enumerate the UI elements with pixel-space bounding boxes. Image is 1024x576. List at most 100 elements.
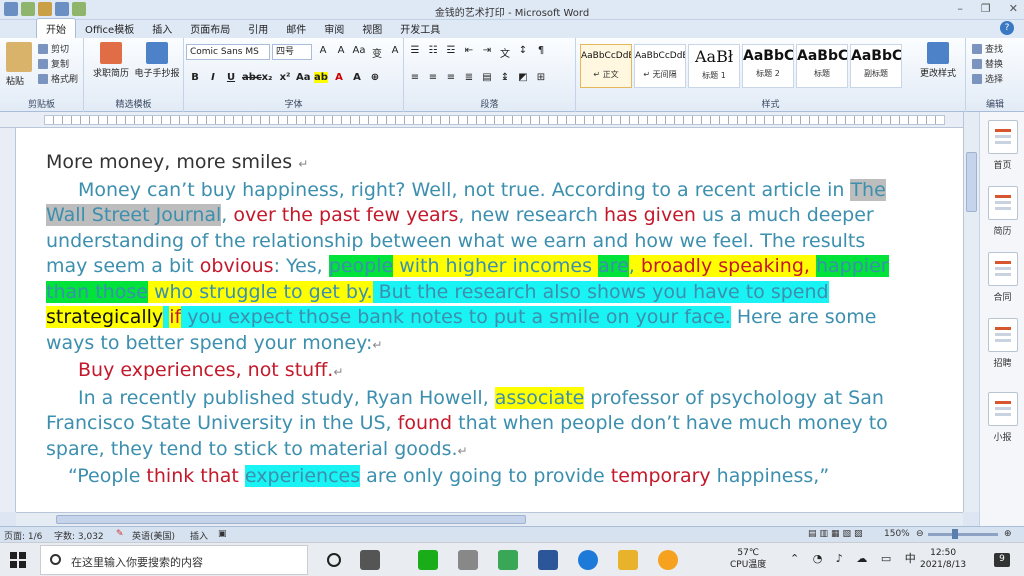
tab-review[interactable]: 审阅 [315,19,353,38]
align-center-button[interactable]: ≡ [426,72,440,83]
word-app-icon[interactable] [538,550,558,570]
zoom-out-button[interactable]: ⊖ [916,529,924,539]
char-shading-button[interactable]: A [350,72,364,83]
taskbar-search-box[interactable]: 在这里输入你要搜索的内容 [40,545,308,575]
decrease-indent-button[interactable]: ⇤ [462,45,476,60]
notification-badge[interactable]: 9 [994,553,1010,567]
find-button[interactable]: 查找 [972,42,1003,55]
zoom-level[interactable]: 150% [884,529,910,539]
zoom-slider[interactable] [928,533,998,536]
language-indicator[interactable]: 英语(美国) [132,529,175,542]
task-view-icon[interactable] [360,550,380,570]
tab-insert[interactable]: 插入 [143,19,181,38]
chinese-layout-button[interactable]: 文 [498,45,512,60]
word-count[interactable]: 字数: 3,032 [54,529,104,542]
windows-start-icon[interactable] [10,552,26,568]
page-count[interactable]: 页面: 1/6 [4,529,42,542]
font-color-button[interactable]: A [332,72,346,83]
line-spacing-button[interactable]: ↨ [498,72,512,83]
clear-format-button[interactable]: Aa [352,45,366,60]
subscript-button[interactable]: x₂ [260,72,274,83]
vertical-ruler[interactable] [0,128,16,512]
view-mode-buttons[interactable]: ▤▥▦▧▨ [808,529,866,539]
folder-icon[interactable] [618,550,638,570]
strikethrough-button[interactable]: abc [242,72,262,83]
vertical-scroll-thumb[interactable] [966,152,977,212]
insert-mode[interactable]: 插入 [190,529,208,542]
horizontal-scrollbar[interactable] [16,512,963,526]
style-heading-1[interactable]: AaBł 标题 1 [688,44,740,88]
grow-font-button[interactable]: A [316,45,330,60]
media-app-icon[interactable] [658,550,678,570]
bold-button[interactable]: B [188,72,202,83]
vertical-scrollbar[interactable] [963,112,979,512]
increase-indent-button[interactable]: ⇥ [480,45,494,60]
cut-button[interactable]: 剪切 [38,42,69,55]
char-border-button[interactable]: A [388,45,402,60]
sort-button[interactable]: ↕ [516,45,530,60]
shrink-font-button[interactable]: A [334,45,348,60]
wechat-icon[interactable] [418,550,438,570]
style-subtitle[interactable]: AaBbC 副标题 [850,44,902,88]
change-styles-button[interactable]: 更改样式 [912,42,964,79]
replace-button[interactable]: 替换 [972,57,1003,70]
side-handout[interactable]: 小报 [980,392,1024,443]
handout-template-button[interactable]: 电子手抄报 [130,42,184,79]
paste-label[interactable]: 粘贴 [6,74,24,87]
align-right-button[interactable]: ≡ [444,72,458,83]
document-body[interactable]: More money, more smiles ↵ Money can’t bu… [46,150,906,490]
style-no-spacing[interactable]: AaBbCcDdE ↵ 无间隔 [634,44,686,88]
document-page[interactable]: More money, more smiles ↵ Money can’t bu… [16,128,963,512]
close-button[interactable]: ✕ [1009,2,1018,15]
tab-view[interactable]: 视图 [353,19,391,38]
style-normal[interactable]: AaBbCcDdE ↵ 正文 [580,44,632,88]
macro-record-icon[interactable]: ▣ [218,529,227,539]
tab-references[interactable]: 引用 [239,19,277,38]
style-title[interactable]: AaBbC 标题 [796,44,848,88]
format-painter-button[interactable]: 格式刷 [38,72,78,85]
show-marks-button[interactable]: ¶ [534,45,548,60]
style-heading-2[interactable]: AaBbC 标题 2 [742,44,794,88]
font-family-select[interactable]: Comic Sans MS [186,44,270,60]
microphone-app-icon[interactable] [458,550,478,570]
bullets-button[interactable]: ☰ [408,45,422,60]
side-resume[interactable]: 简历 [980,186,1024,237]
highlight-button[interactable]: ab [314,72,328,83]
superscript-button[interactable]: x² [278,72,292,83]
phonetic-button[interactable]: 变 [370,45,384,60]
paste-icon[interactable] [6,42,32,72]
zoom-slider-knob[interactable] [952,529,958,539]
numbering-button[interactable]: ☷ [426,45,440,60]
side-home[interactable]: 首页 [980,120,1024,171]
multilevel-list-button[interactable]: ☲ [444,45,458,60]
tab-office-templates[interactable]: Office模板 [76,19,143,38]
restore-button[interactable]: ❐ [981,2,991,15]
align-left-button[interactable]: ≡ [408,72,422,83]
proofing-icon[interactable]: ✎ [116,529,124,539]
zoom-in-button[interactable]: ⊕ [1004,529,1012,539]
side-recruit[interactable]: 招聘 [980,318,1024,369]
borders-button[interactable]: ⊞ [534,72,548,83]
tab-mailings[interactable]: 邮件 [277,19,315,38]
italic-button[interactable]: I [206,72,220,83]
help-icon[interactable]: ? [1000,21,1014,35]
horizontal-scroll-thumb[interactable] [56,515,526,524]
font-size-select[interactable]: 四号 [272,44,312,60]
side-contract[interactable]: 合同 [980,252,1024,303]
cpu-temperature[interactable]: 57℃ CPU温度 [730,547,766,571]
distributed-button[interactable]: ▤ [480,72,494,83]
underline-button[interactable]: U [224,72,238,83]
text-effects-button[interactable]: Aa [296,72,311,83]
tab-page-layout[interactable]: 页面布局 [181,19,239,38]
messenger-icon[interactable] [578,550,598,570]
shading-button[interactable]: ◩ [516,72,530,83]
select-button[interactable]: 选择 [972,72,1003,85]
cortana-icon[interactable] [327,553,341,567]
tab-home[interactable]: 开始 [36,18,76,38]
system-tray-icons[interactable]: ⌃ ◔ ♪ ☁ ▭ 中 [790,553,921,565]
tab-developer[interactable]: 开发工具 [391,19,449,38]
justify-button[interactable]: ≣ [462,72,476,83]
minimize-button[interactable]: – [957,2,963,15]
horizontal-ruler[interactable] [0,112,963,128]
copy-button[interactable]: 复制 [38,57,69,70]
